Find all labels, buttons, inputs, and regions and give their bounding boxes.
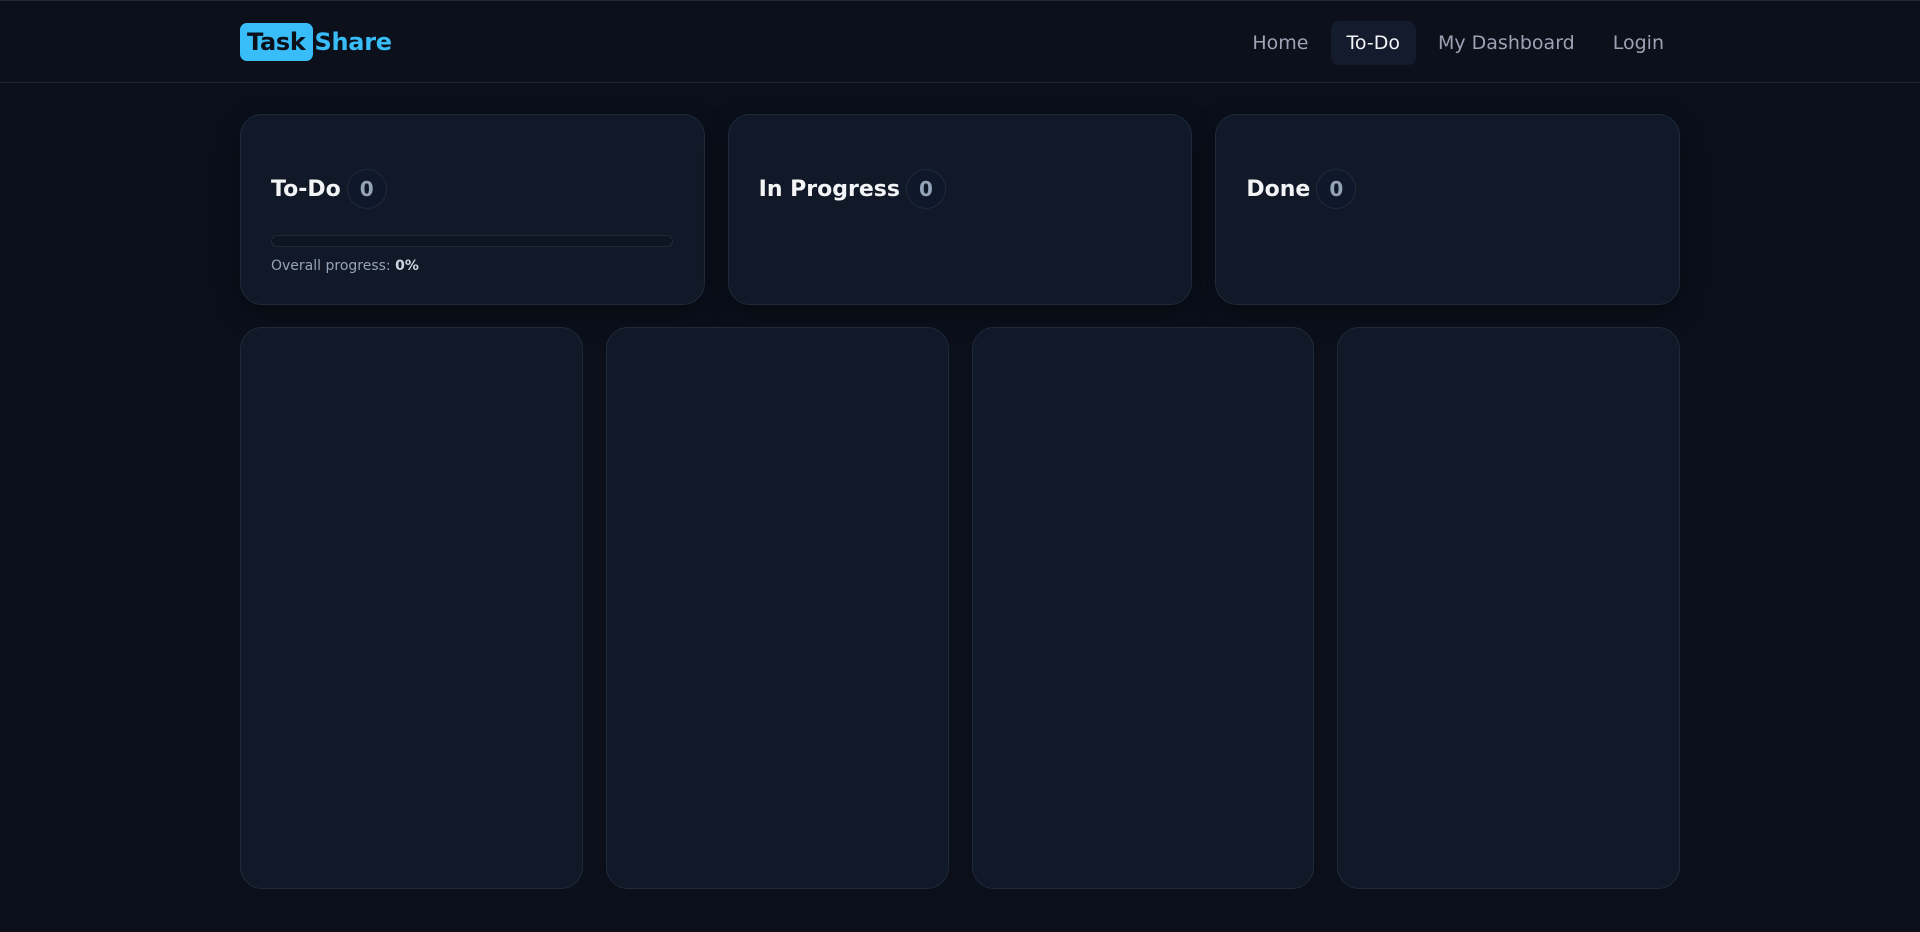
task-column-2[interactable] xyxy=(605,327,949,889)
stat-count-done: 0 xyxy=(1316,169,1357,209)
nav-todo[interactable]: To-Do xyxy=(1330,21,1416,65)
logo-share: Share xyxy=(314,28,392,56)
stat-title-in-progress: In Progress xyxy=(758,176,900,202)
stat-head-todo: To-Do 0 xyxy=(271,169,387,209)
stat-card-done: Done 0 xyxy=(1215,114,1681,305)
nav-my-dashboard[interactable]: My Dashboard xyxy=(1422,21,1591,65)
stats-row: To-Do 0 Overall progress: 0% In Progress… xyxy=(240,114,1681,305)
task-column-1[interactable] xyxy=(240,327,583,889)
logo-task: Task xyxy=(240,23,313,61)
overall-progress-value: 0% xyxy=(395,258,419,274)
nav-login[interactable]: Login xyxy=(1597,21,1680,65)
nav-home[interactable]: Home xyxy=(1236,21,1324,65)
stat-count-todo: 0 xyxy=(346,169,387,209)
task-column-3[interactable] xyxy=(971,327,1315,889)
navbar: Task Share Home To-Do My Dashboard Login xyxy=(0,1,1920,83)
main-nav: Home To-Do My Dashboard Login xyxy=(1236,21,1680,65)
stat-head-in-progress: In Progress 0 xyxy=(759,169,946,209)
stat-card-todo: To-Do 0 Overall progress: 0% xyxy=(240,114,705,305)
stat-title-todo: To-Do xyxy=(271,176,341,202)
overall-progress-text: Overall progress: 0% xyxy=(271,258,419,274)
task-columns xyxy=(240,327,1680,889)
stat-title-done: Done xyxy=(1246,176,1311,202)
overall-progress-label: Overall progress: xyxy=(271,258,391,274)
brand-logo[interactable]: Task Share xyxy=(240,23,392,61)
stat-card-in-progress: In Progress 0 xyxy=(727,114,1193,305)
task-column-4[interactable] xyxy=(1337,327,1680,889)
overall-progress-bar xyxy=(271,235,673,247)
stat-head-done: Done 0 xyxy=(1246,169,1357,209)
stat-count-in-progress: 0 xyxy=(905,169,946,209)
